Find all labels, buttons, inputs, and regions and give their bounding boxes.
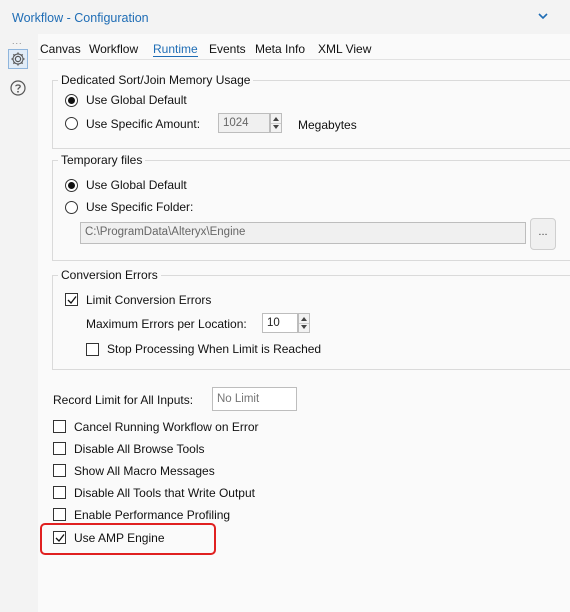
tab-events[interactable]: Events [209,42,246,56]
max-errors-input[interactable]: 10 [262,313,298,333]
disable-write-output-label: Disable All Tools that Write Output [74,486,255,500]
temp-specific-radio[interactable] [65,201,78,214]
tab-divider [38,59,570,60]
highlight-box [40,523,216,555]
performance-profiling-checkbox[interactable] [53,508,66,521]
sort-join-legend: Dedicated Sort/Join Memory Usage [61,73,251,87]
conversion-errors-legend: Conversion Errors [61,268,158,282]
memory-unit-label: Megabytes [298,118,357,132]
record-limit-label: Record Limit for All Inputs: [53,393,194,407]
disable-write-output-checkbox[interactable] [53,486,66,499]
temp-folder-input[interactable]: C:\ProgramData\Alteryx\Engine [80,222,526,244]
performance-profiling-label: Enable Performance Profiling [74,508,231,522]
cancel-on-error-label: Cancel Running Workflow on Error [74,420,259,434]
sort-join-specific-radio[interactable] [65,117,78,130]
disable-browse-label: Disable All Browse Tools [74,442,205,456]
memory-amount-input[interactable]: 1024 [218,113,270,133]
temp-specific-label: Use Specific Folder: [86,200,194,214]
sort-join-group: Dedicated Sort/Join Memory Usage [52,73,570,149]
left-rail [0,34,38,612]
tab-runtime[interactable]: Runtime [153,42,198,57]
tab-canvas[interactable]: Canvas [40,42,81,56]
max-errors-label: Maximum Errors per Location: [86,317,247,331]
limit-conversion-label: Limit Conversion Errors [86,293,212,307]
record-limit-input[interactable] [212,387,297,411]
temp-global-radio[interactable] [65,179,78,192]
sort-join-specific-label: Use Specific Amount: [86,117,201,131]
show-macro-messages-label: Show All Macro Messages [74,464,215,478]
cancel-on-error-checkbox[interactable] [53,420,66,433]
chevron-down-icon[interactable] [537,10,549,22]
disable-browse-checkbox[interactable] [53,442,66,455]
temp-files-legend: Temporary files [61,153,143,167]
ellipsis-icon[interactable]: ... [12,36,23,46]
sort-join-global-label: Use Global Default [86,93,187,107]
stop-processing-label: Stop Processing When Limit is Reached [107,342,322,356]
stop-processing-checkbox[interactable] [86,343,99,356]
show-macro-messages-checkbox[interactable] [53,464,66,477]
panel-title: Workflow - Configuration [12,11,149,25]
browse-folder-button[interactable]: ... [530,218,556,250]
help-icon[interactable] [9,79,27,97]
memory-amount-stepper[interactable] [270,113,282,133]
temp-global-label: Use Global Default [86,178,187,192]
tab-meta-info[interactable]: Meta Info [255,42,305,56]
max-errors-stepper[interactable] [298,313,310,333]
sort-join-global-radio[interactable] [65,94,78,107]
tab-xml-view[interactable]: XML View [318,42,371,56]
tab-workflow[interactable]: Workflow [89,42,138,56]
gear-icon[interactable] [8,49,28,69]
limit-conversion-checkbox[interactable] [65,293,78,306]
